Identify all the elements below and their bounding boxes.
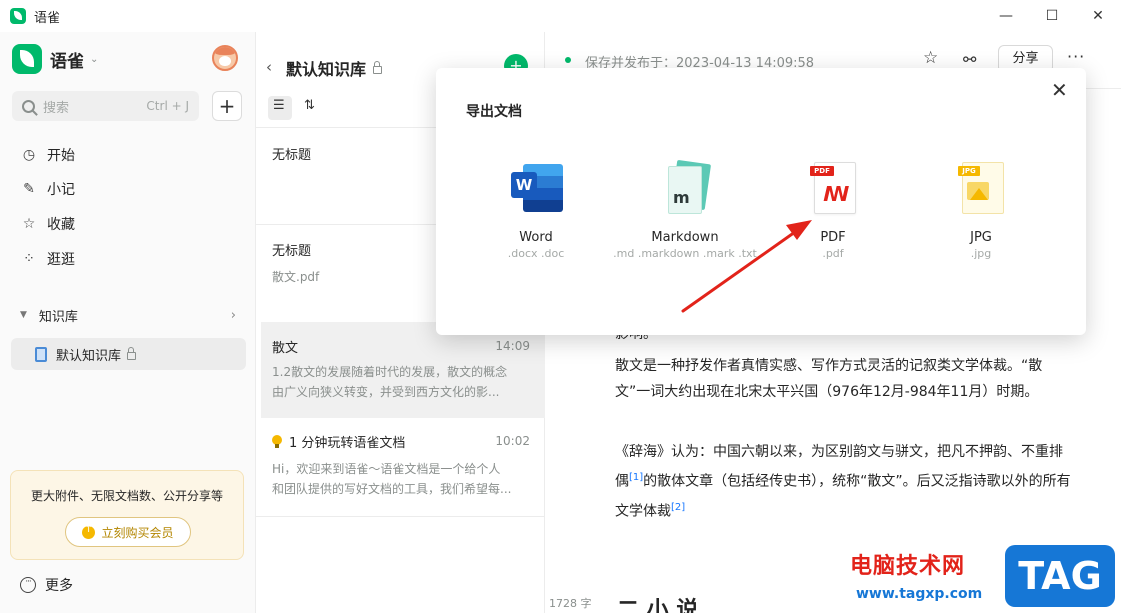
word-count: 1728 字 bbox=[549, 597, 592, 610]
search-input[interactable]: 搜索 Ctrl + J bbox=[12, 91, 199, 121]
doc-summary: 由广义向狭义转变，并受到西方文化的影... bbox=[272, 385, 500, 399]
saved-status-dot bbox=[565, 57, 571, 63]
buy-membership-button[interactable]: 立刻购买会员 bbox=[65, 517, 191, 547]
jpg-icon: JPG bbox=[956, 160, 1006, 218]
buy-membership-label: 立刻购买会员 bbox=[101, 525, 174, 540]
tree-view-toggle[interactable]: ⇅ bbox=[304, 98, 315, 113]
promo-text: 更大附件、无限文档数、公开分享等 bbox=[30, 489, 223, 503]
title-bar: 语雀 — ☐ ✕ bbox=[0, 0, 1121, 32]
doc-name-text: 1 分钟玩转语雀文档 bbox=[289, 436, 406, 451]
window-title: 语雀 bbox=[34, 10, 61, 26]
caret-down-icon: ▼ bbox=[20, 310, 27, 320]
export-format-ext: .docx .doc bbox=[507, 247, 565, 260]
more-options-icon[interactable]: ··· bbox=[1067, 47, 1085, 66]
divider bbox=[256, 516, 545, 517]
export-format-ext: .jpg bbox=[970, 247, 992, 260]
chevron-down-icon: ⌄ bbox=[90, 53, 99, 65]
sidebar-item-notes[interactable]: ✎ 小记 bbox=[20, 176, 75, 202]
chevron-right-icon: › bbox=[230, 307, 236, 323]
jpg-tag: JPG bbox=[958, 166, 980, 176]
export-format-ext: .md .markdown .mark .txt bbox=[613, 247, 757, 260]
search-shortcut: Ctrl + J bbox=[146, 99, 189, 113]
sidebar-item-label: 收藏 bbox=[47, 217, 75, 233]
export-dialog: 导出文档 ✕ W Word .docx .doc m Markdown .md … bbox=[436, 68, 1086, 335]
doc-summary: 和团队提供的写好文档的工具，我们希望每... bbox=[272, 482, 512, 496]
feather-icon: ✎ bbox=[23, 181, 35, 197]
sidebar-item-explore[interactable]: ⁘ 逛逛 bbox=[20, 246, 75, 272]
sidebar-item-label: 逛逛 bbox=[47, 252, 75, 268]
knowledge-base-title: 默认知识库 bbox=[286, 56, 383, 80]
lock-icon bbox=[127, 347, 137, 360]
section-heading[interactable]: 二 小 说 bbox=[617, 592, 698, 613]
sidebar-item-label: 更多 bbox=[45, 578, 73, 594]
paragraph[interactable]: 散文是一种抒发作者真情实感、写作方式灵活的记叙类文学体裁。“散文”一词大约出现在… bbox=[615, 353, 1075, 405]
clock-icon: ◷ bbox=[22, 147, 36, 163]
lightbulb-icon bbox=[272, 435, 282, 448]
add-button[interactable]: + bbox=[212, 91, 242, 121]
sidebar-item-more[interactable]: ··· 更多 bbox=[20, 575, 73, 595]
pdf-icon: PDF ꟿ bbox=[808, 160, 858, 218]
list-item-active[interactable]: 散文 14:09 1.2散文的发展随着时代的发展，散文的概念 由广义向狭义转变，… bbox=[261, 322, 545, 418]
share-graph-icon[interactable]: ⚯ bbox=[963, 50, 976, 69]
kb-item-label: 默认知识库 bbox=[56, 348, 122, 364]
back-chevron-icon[interactable]: ‹ bbox=[266, 58, 272, 76]
window-controls: — ☐ ✕ bbox=[983, 0, 1121, 32]
app-logo-icon bbox=[10, 8, 26, 24]
export-format-name: Word bbox=[519, 230, 553, 245]
book-icon bbox=[35, 346, 47, 362]
sidebar-item-start[interactable]: ◷ 开始 bbox=[20, 142, 75, 168]
list-view-toggle[interactable] bbox=[268, 96, 292, 120]
user-avatar[interactable] bbox=[212, 45, 238, 71]
export-format-name: Markdown bbox=[651, 230, 719, 245]
search-placeholder: 搜索 bbox=[43, 100, 70, 116]
lock-icon bbox=[373, 61, 383, 74]
doc-time: 10:02 bbox=[495, 434, 530, 448]
brand-switcher[interactable]: 语雀 ⌄ bbox=[12, 44, 98, 74]
yuque-logo-icon bbox=[12, 44, 42, 74]
sidebar-item-default-kb[interactable]: 默认知识库 bbox=[11, 338, 246, 370]
star-icon[interactable]: ☆ bbox=[923, 48, 938, 68]
export-format-name: JPG bbox=[970, 230, 992, 245]
close-icon[interactable]: ✕ bbox=[1051, 78, 1068, 102]
doc-summary: Hi，欢迎来到语雀～语雀文档是一个给个人 bbox=[272, 462, 501, 476]
watermark-url: www.tagxp.com bbox=[856, 586, 983, 602]
search-icon bbox=[22, 99, 35, 113]
maximize-button[interactable]: ☐ bbox=[1029, 0, 1075, 32]
doc-time: 14:09 bbox=[495, 339, 530, 353]
export-jpg-option[interactable]: JPG JPG .jpg bbox=[896, 160, 1066, 260]
watermark-text: 电脑技术网 bbox=[850, 554, 966, 579]
export-format-ext: .pdf bbox=[822, 247, 844, 260]
export-markdown-option[interactable]: m Markdown .md .markdown .mark .txt bbox=[600, 159, 770, 260]
markdown-icon: m bbox=[660, 159, 712, 218]
paragraph[interactable]: 《辞海》认为：中国六朝以来，为区别韵文与骈文，把凡不押韵、不重排偶[1]的散体文… bbox=[615, 439, 1075, 524]
footnote-link[interactable]: [1] bbox=[629, 472, 643, 483]
knowledge-base-header-label: 知识库 bbox=[38, 309, 78, 325]
sidebar-item-label: 开始 bbox=[47, 148, 75, 164]
export-word-option[interactable]: W Word .docx .doc bbox=[451, 160, 621, 260]
export-format-name: PDF bbox=[820, 230, 846, 245]
export-pdf-option[interactable]: PDF ꟿ PDF .pdf bbox=[748, 160, 918, 260]
list-item[interactable]: 1 分钟玩转语雀文档 10:02 Hi，欢迎来到语雀～语雀文档是一个给个人 和团… bbox=[261, 432, 545, 516]
word-icon: W bbox=[511, 160, 563, 218]
sidebar-item-label: 小记 bbox=[47, 182, 75, 198]
sidebar-item-favorites[interactable]: ☆ 收藏 bbox=[20, 211, 75, 237]
pdf-tag: PDF bbox=[810, 166, 834, 176]
dialog-title: 导出文档 bbox=[466, 104, 522, 120]
close-window-button[interactable]: ✕ bbox=[1075, 0, 1121, 32]
doc-summary: 1.2散文的发展随着时代的发展，散文的概念 bbox=[272, 365, 508, 379]
kb-title-text: 默认知识库 bbox=[286, 60, 367, 79]
upgrade-icon bbox=[82, 524, 96, 539]
minimize-button[interactable]: — bbox=[983, 0, 1029, 32]
star-icon: ☆ bbox=[22, 216, 36, 232]
brand-name: 语雀 bbox=[50, 51, 84, 72]
knowledge-base-header[interactable]: ▼ 知识库 › bbox=[20, 304, 236, 326]
footnote-link[interactable]: [2] bbox=[671, 502, 685, 513]
sidebar: 语雀 ⌄ 搜索 Ctrl + J + ◷ 开始 ✎ 小记 ☆ 收藏 ⁘ 逛逛 ▼… bbox=[0, 32, 256, 613]
grid-icon: ⁘ bbox=[23, 251, 35, 267]
more-circle-icon: ··· bbox=[20, 577, 36, 593]
membership-promo: 更大附件、无限文档数、公开分享等 立刻购买会员 bbox=[10, 470, 244, 560]
watermark-logo: TAG bbox=[1005, 545, 1115, 607]
